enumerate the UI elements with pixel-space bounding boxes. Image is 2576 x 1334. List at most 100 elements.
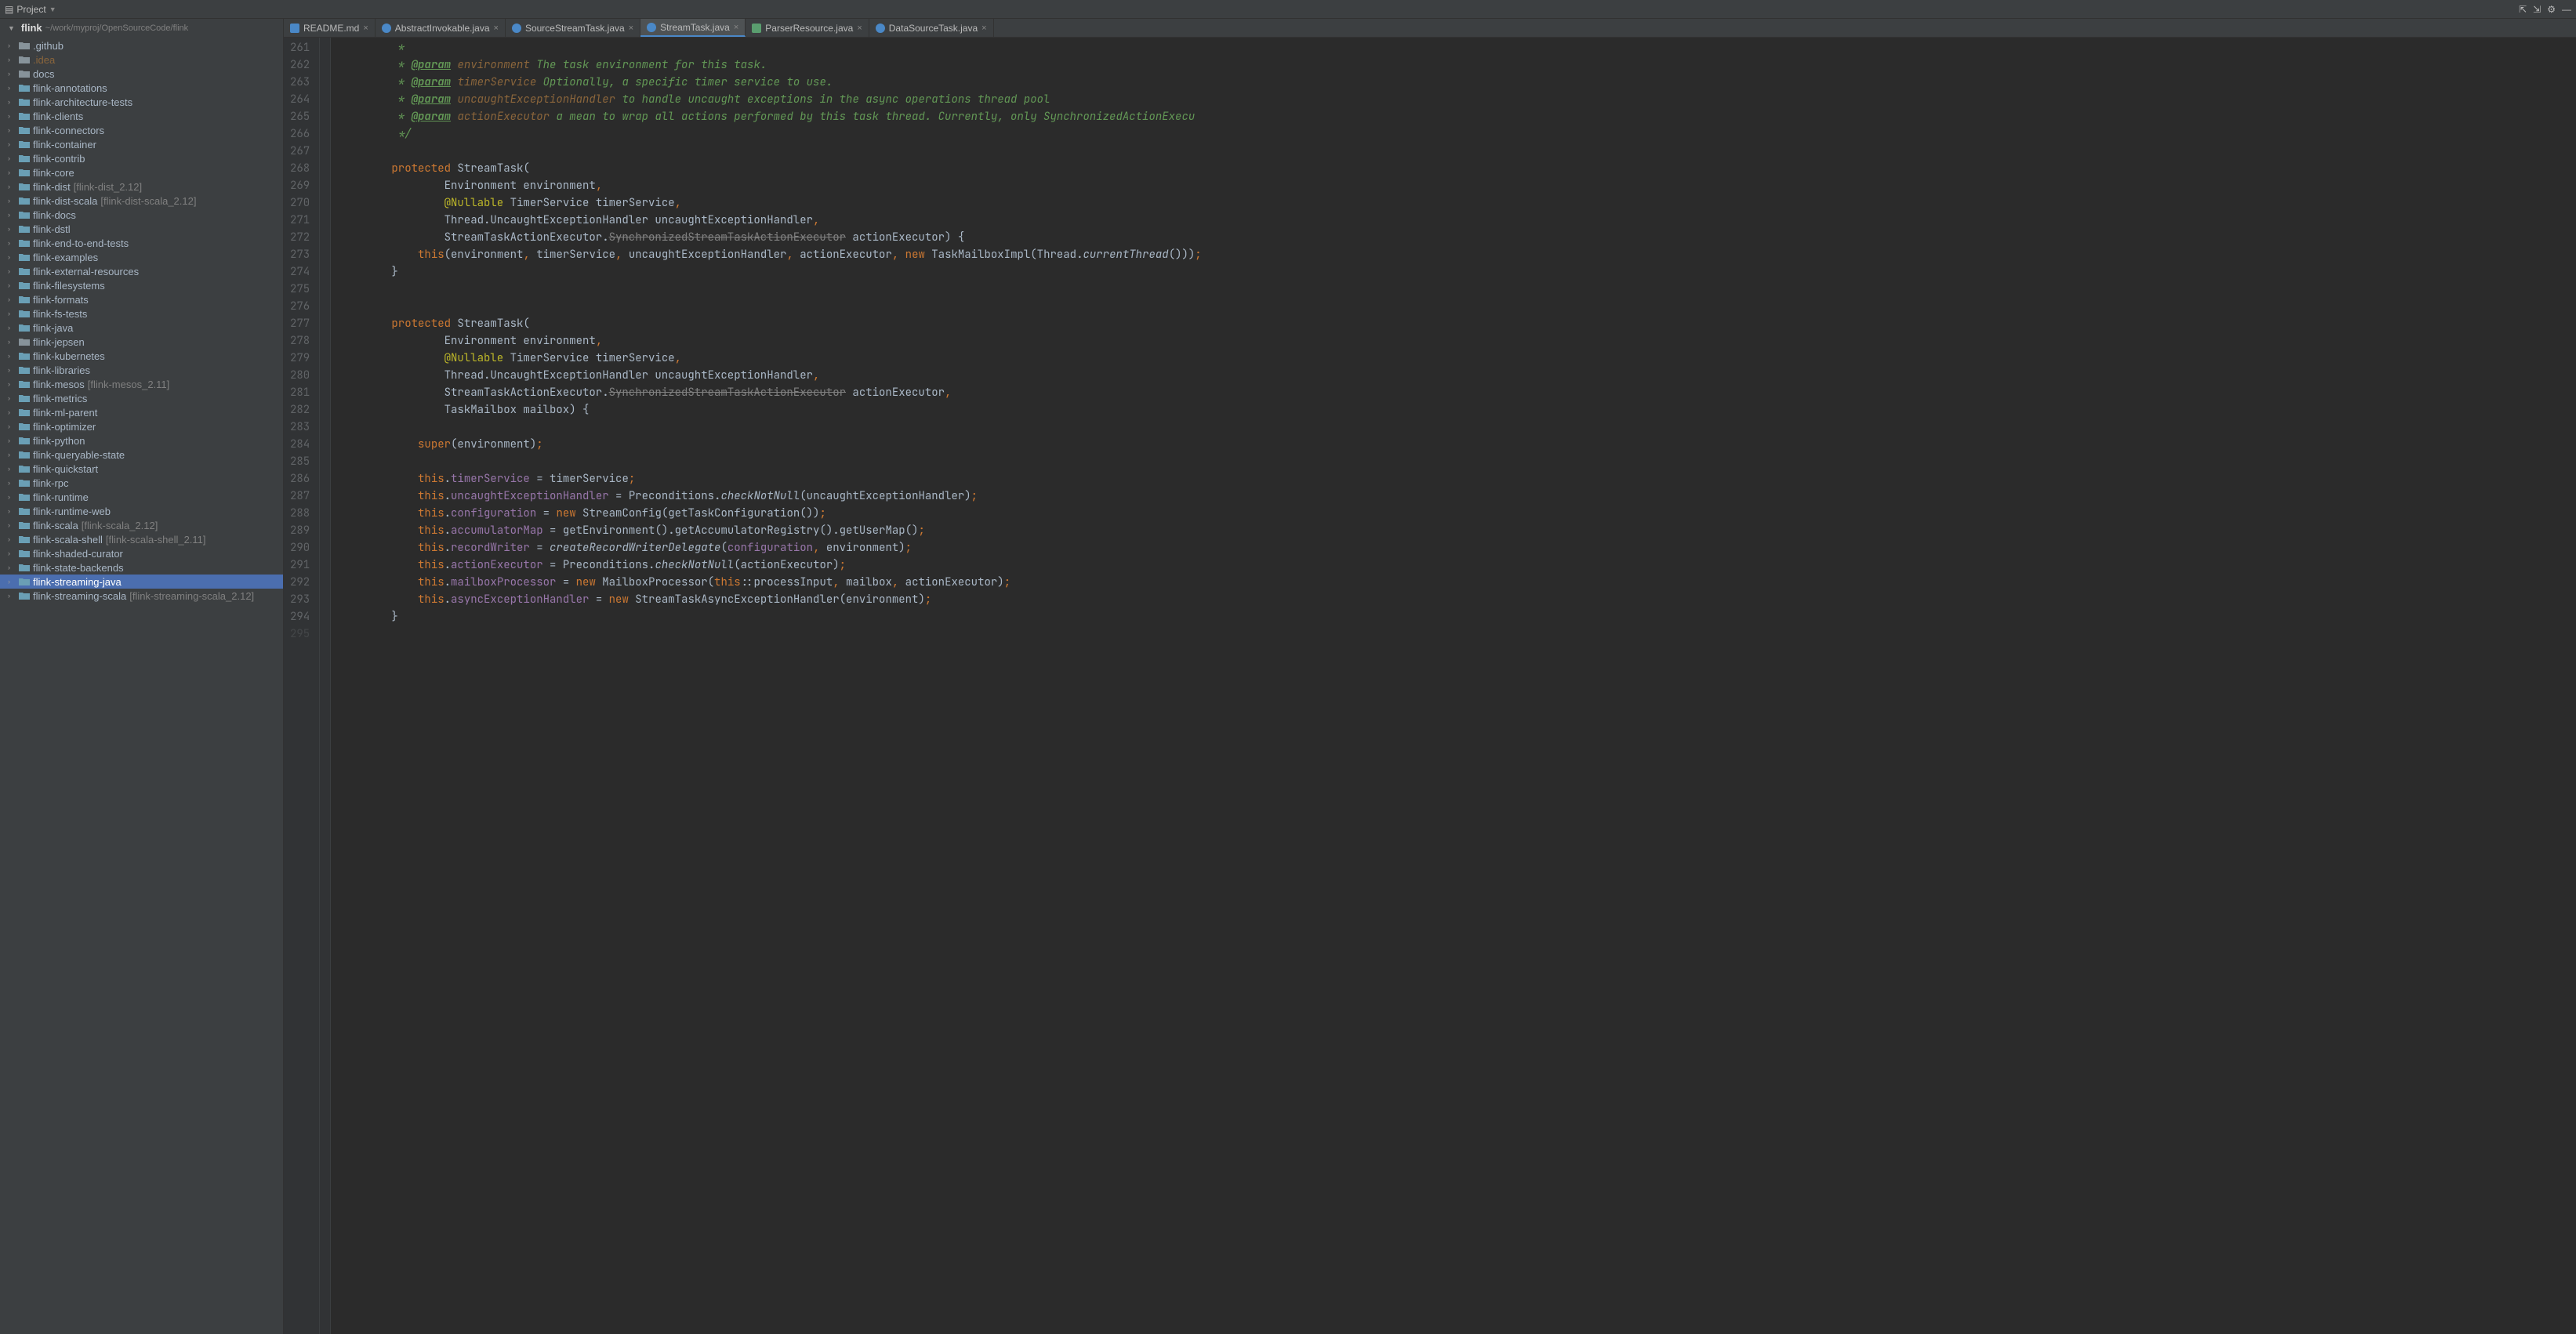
tree-item[interactable]: ›.github [0,38,283,53]
chevron-right-icon[interactable]: › [8,380,16,388]
chevron-right-icon[interactable]: › [8,521,16,529]
close-icon[interactable]: × [981,24,986,33]
tree-item[interactable]: ›flink-streaming-java [0,575,283,589]
chevron-down-icon[interactable]: ▼ [8,24,15,32]
tree-item[interactable]: ›flink-external-resources [0,264,283,278]
tree-item[interactable]: ›flink-scala-shell [flink-scala-shell_2.… [0,532,283,546]
tree-item[interactable]: ›flink-container [0,137,283,151]
chevron-right-icon[interactable]: › [8,451,16,459]
chevron-right-icon[interactable]: › [8,84,16,92]
chevron-right-icon[interactable]: › [8,42,16,49]
chevron-right-icon[interactable]: › [8,295,16,303]
tree-item[interactable]: ›flink-filesystems [0,278,283,292]
chevron-right-icon[interactable]: › [8,211,16,219]
fold-column[interactable] [320,38,331,1334]
tree-item[interactable]: ›flink-jepsen [0,335,283,349]
chevron-right-icon[interactable]: › [8,422,16,430]
chevron-right-icon[interactable]: › [8,352,16,360]
tree-item[interactable]: ›flink-dist-scala [flink-dist-scala_2.12… [0,194,283,208]
tree-item[interactable]: ›flink-dstl [0,222,283,236]
tree-item[interactable]: ›flink-annotations [0,81,283,95]
chevron-right-icon[interactable]: › [8,394,16,402]
chevron-right-icon[interactable]: › [8,267,16,275]
editor-tab[interactable]: README.md× [284,19,376,37]
tree-item[interactable]: ›.idea [0,53,283,67]
close-icon[interactable]: × [629,24,633,33]
chevron-right-icon[interactable]: › [8,183,16,190]
chevron-down-icon[interactable]: ▼ [49,5,56,13]
chevron-right-icon[interactable]: › [8,225,16,233]
tree-item[interactable]: ›flink-shaded-curator [0,546,283,560]
chevron-right-icon[interactable]: › [8,253,16,261]
tree-item[interactable]: ›flink-core [0,165,283,179]
chevron-right-icon[interactable]: › [8,310,16,317]
chevron-right-icon[interactable]: › [8,408,16,416]
tree-item[interactable]: ›flink-scala [flink-scala_2.12] [0,518,283,532]
chevron-right-icon[interactable]: › [8,197,16,205]
chevron-right-icon[interactable]: › [8,437,16,444]
tree-item[interactable]: ›flink-libraries [0,363,283,377]
tree-item[interactable]: ›flink-ml-parent [0,405,283,419]
editor-tab[interactable]: SourceStreamTask.java× [506,19,640,37]
tree-item[interactable]: ›flink-streaming-scala [flink-streaming-… [0,589,283,603]
chevron-right-icon[interactable]: › [8,338,16,346]
chevron-right-icon[interactable]: › [8,140,16,148]
tree-item[interactable]: ›flink-examples [0,250,283,264]
chevron-right-icon[interactable]: › [8,564,16,571]
chevron-right-icon[interactable]: › [8,507,16,515]
tree-item[interactable]: ›flink-clients [0,109,283,123]
editor-tab[interactable]: DataSourceTask.java× [869,19,994,37]
chevron-right-icon[interactable]: › [8,239,16,247]
code-editor[interactable]: 2612622632642652662672682692702712722732… [284,38,2576,1334]
tree-item[interactable]: ›flink-dist [flink-dist_2.12] [0,179,283,194]
chevron-right-icon[interactable]: › [8,493,16,501]
project-root[interactable]: ▼ flink ~/work/myproj/OpenSourceCode/fli… [0,19,283,37]
tree-item[interactable]: ›flink-contrib [0,151,283,165]
chevron-right-icon[interactable]: › [8,56,16,63]
chevron-right-icon[interactable]: › [8,465,16,473]
tree-item[interactable]: ›flink-connectors [0,123,283,137]
chevron-right-icon[interactable]: › [8,578,16,585]
tree-item[interactable]: ›flink-docs [0,208,283,222]
close-icon[interactable]: × [857,24,862,33]
tree-item[interactable]: ›flink-python [0,433,283,448]
minimize-icon[interactable]: — [2562,4,2571,15]
chevron-right-icon[interactable]: › [8,592,16,600]
tree-item[interactable]: ›flink-runtime-web [0,504,283,518]
chevron-right-icon[interactable]: › [8,549,16,557]
chevron-right-icon[interactable]: › [8,324,16,332]
chevron-right-icon[interactable]: › [8,366,16,374]
chevron-right-icon[interactable]: › [8,535,16,543]
chevron-right-icon[interactable]: › [8,126,16,134]
project-tool-label[interactable]: ▤ Project ▼ [5,4,56,15]
close-icon[interactable]: × [363,24,368,33]
chevron-right-icon[interactable]: › [8,479,16,487]
tree-item[interactable]: ›flink-kubernetes [0,349,283,363]
close-icon[interactable]: × [734,23,738,32]
chevron-right-icon[interactable]: › [8,112,16,120]
tree-item[interactable]: ›flink-java [0,321,283,335]
chevron-right-icon[interactable]: › [8,154,16,162]
tree-item[interactable]: ›flink-mesos [flink-mesos_2.11] [0,377,283,391]
tree-item[interactable]: ›docs [0,67,283,81]
tree-item[interactable]: ›flink-optimizer [0,419,283,433]
project-sidebar[interactable]: ▼ flink ~/work/myproj/OpenSourceCode/fli… [0,19,284,1334]
close-icon[interactable]: × [494,24,499,33]
editor-tab[interactable]: ParserResource.java× [746,19,869,37]
collapse-icon[interactable]: ⇱ [2519,4,2527,15]
chevron-right-icon[interactable]: › [8,98,16,106]
chevron-right-icon[interactable]: › [8,281,16,289]
tree-item[interactable]: ›flink-end-to-end-tests [0,236,283,250]
chevron-right-icon[interactable]: › [8,169,16,176]
tree-item[interactable]: ›flink-formats [0,292,283,306]
tree-item[interactable]: ›flink-architecture-tests [0,95,283,109]
tree-item[interactable]: ›flink-metrics [0,391,283,405]
editor-tab[interactable]: AbstractInvokable.java× [376,19,506,37]
tree-item[interactable]: ›flink-fs-tests [0,306,283,321]
gear-icon[interactable]: ⚙ [2547,4,2556,15]
tree-item[interactable]: ›flink-rpc [0,476,283,490]
expand-icon[interactable]: ⇲ [2533,4,2541,15]
chevron-right-icon[interactable]: › [8,70,16,78]
code-content[interactable]: * * @param environment The task environm… [331,38,1202,1334]
tree-item[interactable]: ›flink-quickstart [0,462,283,476]
